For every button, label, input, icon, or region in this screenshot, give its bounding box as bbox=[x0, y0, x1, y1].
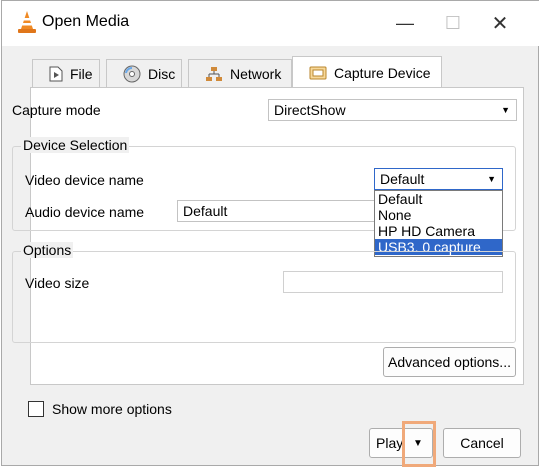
capture-mode-select[interactable]: DirectShow ▼ bbox=[268, 99, 517, 121]
vlc-cone-icon bbox=[18, 11, 36, 33]
close-icon: ✕ bbox=[491, 12, 509, 35]
show-more-options-label[interactable]: Show more options bbox=[52, 401, 172, 417]
capture-mode-label: Capture mode bbox=[12, 102, 101, 118]
tab-capture-device[interactable]: Capture Device bbox=[292, 56, 442, 88]
maximize-icon: ☐ bbox=[444, 12, 462, 33]
play-label: Play bbox=[376, 435, 404, 451]
tab-file[interactable]: File bbox=[32, 59, 100, 87]
tab-network[interactable]: Network bbox=[188, 59, 292, 87]
chevron-down-icon: ▼ bbox=[487, 174, 496, 184]
video-device-select[interactable]: Default ▼ bbox=[374, 168, 503, 190]
window-title: Open Media bbox=[42, 13, 130, 30]
audio-device-label: Audio device name bbox=[25, 204, 145, 220]
dropdown-option-none[interactable]: None bbox=[375, 207, 502, 223]
tab-file-label: File bbox=[70, 65, 93, 82]
dropdown-option-hp-hd-camera[interactable]: HP HD Camera bbox=[375, 223, 502, 239]
options-group bbox=[12, 251, 516, 343]
play-dropdown-button[interactable]: ▼ bbox=[408, 432, 428, 454]
advanced-options-button[interactable]: Advanced options... bbox=[383, 347, 516, 377]
network-icon bbox=[206, 66, 222, 81]
video-device-label: Video device name bbox=[25, 172, 144, 188]
dropdown-option-default[interactable]: Default bbox=[375, 191, 502, 207]
video-size-input[interactable] bbox=[283, 271, 503, 293]
title-bar[interactable]: Open Media — ☐ ✕ bbox=[2, 1, 540, 46]
play-dropdown-chevron-icon: ▼ bbox=[413, 437, 423, 449]
tab-network-label: Network bbox=[230, 65, 282, 82]
minimize-icon: — bbox=[396, 12, 414, 33]
file-icon bbox=[49, 66, 63, 81]
tab-disc-label: Disc bbox=[148, 65, 176, 82]
advanced-options-label: Advanced options... bbox=[388, 354, 511, 370]
audio-device-value: Default bbox=[183, 203, 228, 219]
options-legend: Options bbox=[21, 242, 74, 258]
video-device-dropdown-list[interactable]: Default None HP HD Camera USB3. 0 captur… bbox=[374, 190, 503, 257]
chevron-down-icon: ▼ bbox=[501, 105, 510, 115]
video-device-value: Default bbox=[380, 171, 425, 187]
tab-disc[interactable]: Disc bbox=[106, 59, 182, 87]
video-size-label: Video size bbox=[25, 275, 90, 291]
audio-device-select[interactable]: Default bbox=[177, 200, 377, 222]
maximize-button[interactable]: ☐ bbox=[430, 7, 476, 39]
minimize-button[interactable]: — bbox=[382, 7, 428, 39]
open-media-dialog: Open Media — ☐ ✕ File Disc Network Captu… bbox=[1, 0, 540, 467]
show-more-options-checkbox[interactable] bbox=[28, 401, 44, 417]
disc-icon bbox=[123, 65, 141, 82]
tab-capture-device-label: Capture Device bbox=[334, 64, 431, 81]
capture-mode-value: DirectShow bbox=[274, 102, 346, 118]
close-button[interactable]: ✕ bbox=[477, 7, 523, 39]
cancel-label: Cancel bbox=[460, 435, 504, 451]
cancel-button[interactable]: Cancel bbox=[443, 428, 521, 458]
device-selection-legend: Device Selection bbox=[21, 137, 130, 153]
capture-device-icon bbox=[309, 66, 327, 79]
